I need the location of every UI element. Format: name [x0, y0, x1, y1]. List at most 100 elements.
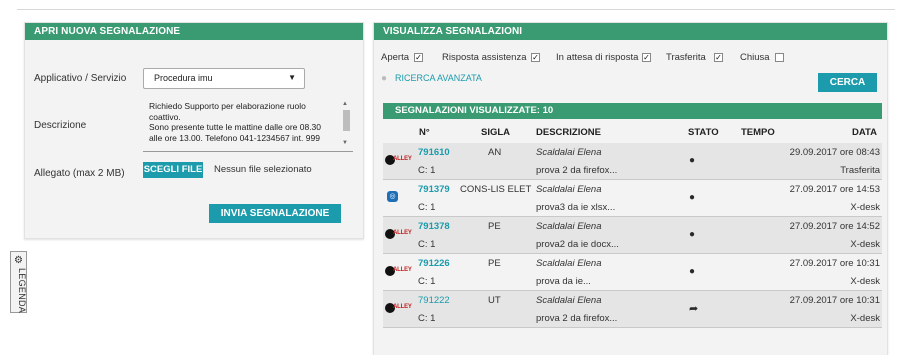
app-service-label: Applicativo / Servizio: [34, 73, 127, 84]
chat-icon[interactable]: ●: [689, 155, 695, 166]
advanced-search-link[interactable]: ● RICERCA AVANZATA: [381, 73, 482, 84]
col-stato: STATO: [688, 127, 719, 138]
ticket-date: 29.09.2017 ore 08:43: [789, 147, 880, 158]
view-tickets-title: VISUALIZZA SEGNALAZIONI: [374, 23, 887, 40]
file-status-text: Nessun file selezionato: [214, 164, 312, 175]
app-service-value: Procedura imu: [154, 73, 213, 83]
filter-risposta-assistenza[interactable]: Risposta assistenza ✓: [442, 52, 540, 63]
ticket-date: 27.09.2017 ore 10:31: [789, 295, 880, 306]
halley-logo: ALLEY: [385, 229, 412, 239]
ticket-sigla: UT: [488, 295, 501, 306]
attachment-label: Allegato (max 2 MB): [34, 168, 125, 179]
results-count-header: SEGNALAZIONI VISUALIZZATE: 10: [383, 103, 882, 119]
ticket-sigla: PE: [488, 221, 501, 232]
scroll-down-icon[interactable]: ▼: [342, 138, 348, 149]
filter-aperta[interactable]: Aperta ✓: [381, 52, 423, 63]
legend-tab[interactable]: ⚙ LEGENDA: [10, 251, 27, 313]
halley-logo: ALLEY: [385, 266, 412, 276]
col-data: DATA: [852, 127, 877, 138]
choose-file-button[interactable]: SCEGLI FILE: [143, 162, 203, 178]
ticket-count: C: 1: [418, 239, 436, 250]
ticket-status: X-desk: [850, 276, 880, 287]
gear-icon: ⚙: [14, 255, 23, 266]
filter-label: Trasferita: [666, 52, 706, 63]
filter-checkbox[interactable]: ✓: [531, 53, 540, 62]
new-ticket-title: APRI NUOVA SEGNALAZIONE: [25, 23, 363, 40]
description-scrollbar[interactable]: ▲ ▼: [341, 99, 351, 148]
description-line: Sono presente tutte le mattine dalle ore…: [149, 122, 322, 132]
table-row[interactable]: ◎ 791379 C: 1 CONS-LIS ELET Scaldalai El…: [383, 180, 882, 217]
ticket-description: prova da ie...: [536, 276, 591, 287]
filter-trasferita[interactable]: Trasferita ✓: [666, 52, 723, 63]
ticket-description: prova3 da ie xlsx...: [536, 202, 616, 213]
ticket-count: C: 1: [418, 276, 436, 287]
ticket-number-link[interactable]: 791226: [418, 258, 450, 269]
ticket-count: C: 1: [418, 202, 436, 213]
ticket-date: 27.09.2017 ore 14:52: [789, 221, 880, 232]
ticket-number-link[interactable]: 791610: [418, 147, 450, 158]
search-button[interactable]: CERCA: [818, 73, 877, 92]
scroll-up-icon[interactable]: ▲: [342, 99, 348, 110]
filter-in-attesa[interactable]: In attesa di risposta ✓: [556, 52, 651, 63]
filter-label: In attesa di risposta: [556, 52, 639, 63]
description-textarea[interactable]: Richiedo Supporto per elaborazione ruolo…: [143, 97, 353, 152]
chat-icon[interactable]: ●: [689, 266, 695, 277]
view-tickets-panel: VISUALIZZA SEGNALAZIONI Aperta ✓ Rispost…: [373, 22, 888, 355]
filter-chiusa[interactable]: Chiusa: [740, 52, 784, 63]
ticket-status: X-desk: [850, 239, 880, 250]
chat-icon[interactable]: ●: [689, 229, 695, 240]
app-service-select[interactable]: Procedura imu ▼: [143, 68, 305, 89]
scrollbar-thumb[interactable]: [343, 110, 350, 131]
col-num: N°: [419, 127, 430, 138]
advanced-search-label: RICERCA AVANZATA: [395, 73, 482, 83]
col-sigla: SIGLA: [481, 127, 511, 138]
ticket-description: prova2 da ie docx...: [536, 239, 619, 250]
filter-checkbox[interactable]: ✓: [714, 53, 723, 62]
ticket-description: prova 2 da firefox...: [536, 313, 618, 324]
ticket-sigla: CONS-LIS ELET: [460, 184, 532, 195]
description-line: coattivo.: [149, 111, 181, 122]
new-ticket-panel: APRI NUOVA SEGNALAZIONE Applicativo / Se…: [24, 22, 364, 239]
ticket-author: Scaldalai Elena: [536, 221, 602, 232]
description-label: Descrizione: [34, 120, 87, 131]
ticket-author: Scaldalai Elena: [536, 295, 602, 306]
filter-label: Chiusa: [740, 52, 770, 63]
ticket-count: C: 1: [418, 165, 436, 176]
ticket-status: Trasferita: [840, 165, 880, 176]
filter-checkbox[interactable]: ✓: [414, 53, 423, 62]
filter-label: Risposta assistenza: [442, 52, 527, 63]
submit-ticket-button[interactable]: INVIA SEGNALAZIONE: [209, 204, 341, 223]
table-row[interactable]: ALLEY 791226 C: 1 PE Scaldalai Elena pro…: [383, 254, 882, 291]
table-row[interactable]: ALLEY 791610 C: 1 AN Scaldalai Elena pro…: [383, 143, 882, 180]
halley-logo: ALLEY: [385, 155, 412, 165]
ticket-author: Scaldalai Elena: [536, 147, 602, 158]
ticket-number-link[interactable]: 791379: [418, 184, 450, 195]
filter-checkbox[interactable]: [775, 53, 784, 62]
ticket-number-link[interactable]: 791378: [418, 221, 450, 232]
ticket-date: 27.09.2017 ore 10:31: [789, 258, 880, 269]
halley-logo: ALLEY: [385, 303, 412, 313]
ticket-sigla: PE: [488, 258, 501, 269]
ticket-status: X-desk: [850, 313, 880, 324]
ticket-description: prova 2 da firefox...: [536, 165, 618, 176]
chat-icon[interactable]: ●: [689, 192, 695, 203]
chevron-down-icon: ▼: [288, 73, 296, 82]
legend-label: LEGENDA: [17, 268, 27, 314]
ticket-count: C: 1: [418, 313, 436, 324]
filter-checkbox[interactable]: ✓: [642, 53, 651, 62]
ticket-date: 27.09.2017 ore 14:53: [789, 184, 880, 195]
ticket-number-link[interactable]: 791222: [418, 295, 450, 306]
forward-arrow-icon[interactable]: ➦: [689, 302, 698, 315]
ticket-status: X-desk: [850, 202, 880, 213]
table-row-partial: [383, 328, 882, 348]
table-row[interactable]: ALLEY 791222 C: 1 UT Scaldalai Elena pro…: [383, 291, 882, 328]
search-icon: ●: [381, 73, 388, 84]
filter-label: Aperta: [381, 52, 409, 63]
top-divider: [17, 9, 895, 10]
description-line: alle ore 13.00. Telefono 041-1234567 int…: [149, 132, 320, 143]
ticket-author: Scaldalai Elena: [536, 184, 602, 195]
ticket-author: Scaldalai Elena: [536, 258, 602, 269]
col-tempo: TEMPO: [741, 127, 775, 138]
table-row[interactable]: ALLEY 791378 C: 1 PE Scaldalai Elena pro…: [383, 217, 882, 254]
ticket-sigla: AN: [488, 147, 502, 158]
